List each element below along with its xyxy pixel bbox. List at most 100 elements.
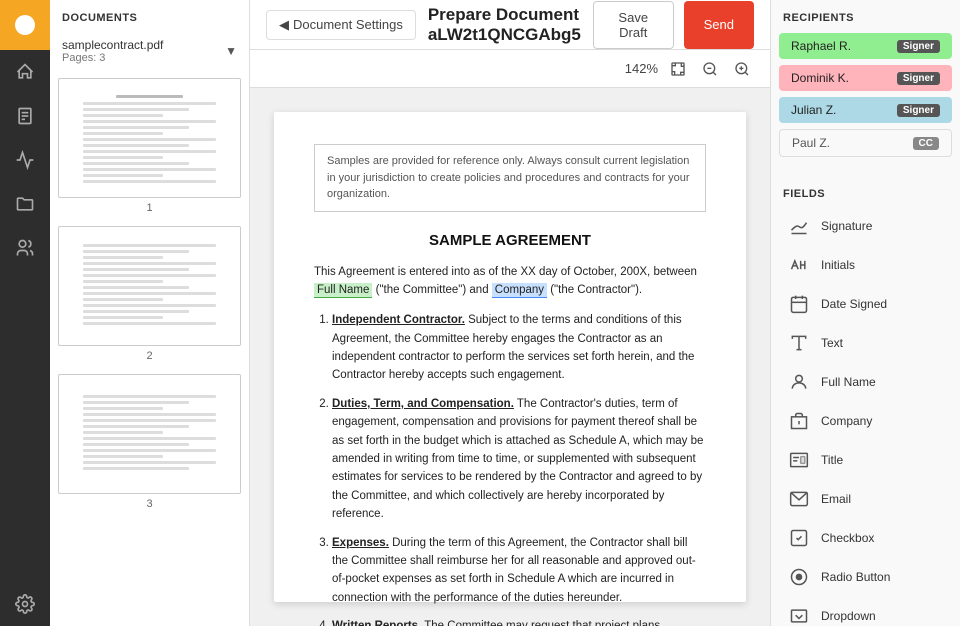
full-name-icon bbox=[787, 370, 811, 394]
doc-file-info: samplecontract.pdf Pages: 3 ▼ bbox=[50, 32, 249, 70]
settings-group-icon bbox=[15, 594, 35, 614]
date-signed-icon bbox=[787, 292, 811, 316]
send-button[interactable]: Send bbox=[684, 1, 754, 49]
fit-page-button[interactable] bbox=[666, 59, 690, 79]
intro-paragraph: This Agreement is entered into as of the… bbox=[314, 263, 706, 300]
section-2-text: The Contractor's duties, term of engagem… bbox=[332, 398, 703, 520]
nav-document[interactable] bbox=[0, 94, 50, 138]
section-3: Expenses. During the term of this Agreem… bbox=[332, 534, 706, 608]
field-initials[interactable]: Initials bbox=[775, 246, 956, 284]
thumbnail-3-label: 3 bbox=[58, 498, 241, 510]
field-initials-label: Initials bbox=[821, 258, 855, 272]
back-button-label: Document Settings bbox=[293, 17, 403, 32]
field-full-name-label: Full Name bbox=[821, 375, 876, 389]
thumbnails-list: 1 2 bbox=[50, 70, 249, 626]
field-company-label: Company bbox=[821, 414, 872, 428]
document-title: Prepare Document aLW2t1QNCGAbg5 bbox=[428, 5, 581, 45]
full-name-field[interactable]: Full Name bbox=[314, 283, 372, 298]
section-4: Written Reports. The Committee may reque… bbox=[332, 617, 706, 626]
right-panel: RECIPIENTS Raphael R. Signer Dominik K. … bbox=[770, 0, 960, 626]
zoom-out-icon bbox=[702, 61, 718, 77]
recipient-dominik[interactable]: Dominik K. Signer bbox=[779, 65, 952, 91]
field-signature[interactable]: Signature bbox=[775, 207, 956, 245]
recipient-julian[interactable]: Julian Z. Signer bbox=[779, 97, 952, 123]
doc-main-title: SAMPLE AGREEMENT bbox=[314, 232, 706, 249]
nav-people[interactable] bbox=[0, 226, 50, 270]
section-2-title: Duties, Term, and Compensation. bbox=[332, 398, 514, 410]
nav-home[interactable] bbox=[0, 50, 50, 94]
section-1: Independent Contractor. Subject to the t… bbox=[332, 311, 706, 385]
thumbnail-1[interactable]: 1 bbox=[58, 78, 241, 214]
nav-settings-group[interactable] bbox=[0, 582, 50, 626]
recipient-julian-name: Julian Z. bbox=[791, 103, 836, 117]
field-date-signed[interactable]: Date Signed bbox=[775, 285, 956, 323]
recipient-raphael-name: Raphael R. bbox=[791, 39, 851, 53]
field-email-label: Email bbox=[821, 492, 851, 506]
back-chevron-icon: ◀ bbox=[279, 17, 289, 33]
field-checkbox-label: Checkbox bbox=[821, 531, 874, 545]
email-icon bbox=[787, 487, 811, 511]
recipients-header: RECIPIENTS bbox=[771, 0, 960, 30]
thumbnail-3[interactable]: 3 bbox=[58, 374, 241, 510]
field-checkbox[interactable]: Checkbox bbox=[775, 519, 956, 557]
field-full-name[interactable]: Full Name bbox=[775, 363, 956, 401]
company-icon bbox=[787, 409, 811, 433]
recipient-paul-badge: CC bbox=[913, 137, 939, 150]
field-company[interactable]: Company bbox=[775, 402, 956, 440]
zoom-out-button[interactable] bbox=[698, 59, 722, 79]
thumbnail-1-label: 1 bbox=[58, 202, 241, 214]
section-3-title: Expenses. bbox=[332, 537, 389, 549]
recipient-raphael[interactable]: Raphael R. Signer bbox=[779, 33, 952, 59]
recipient-paul-name: Paul Z. bbox=[792, 136, 830, 150]
folder-icon bbox=[15, 194, 35, 214]
checkbox-icon bbox=[787, 526, 811, 550]
signature-icon bbox=[787, 214, 811, 238]
people-icon bbox=[15, 238, 35, 258]
zoom-level: 142% bbox=[625, 61, 658, 76]
dropdown-icon bbox=[787, 604, 811, 626]
doc-file-name: samplecontract.pdf bbox=[62, 38, 163, 52]
doc-page-count: Pages: 3 bbox=[62, 52, 163, 64]
thumbnail-2-label: 2 bbox=[58, 350, 241, 362]
fields-section: Signature Initials Date Signed bbox=[771, 206, 960, 626]
field-text-label: Text bbox=[821, 336, 843, 350]
fields-header: FIELDS bbox=[771, 176, 960, 206]
recipient-paul[interactable]: Paul Z. CC bbox=[779, 129, 952, 157]
documents-panel: Documents samplecontract.pdf Pages: 3 ▼ bbox=[50, 0, 250, 626]
field-radio-label: Radio Button bbox=[821, 570, 890, 584]
main-area: ◀ Document Settings Prepare Document aLW… bbox=[250, 0, 770, 626]
field-email[interactable]: Email bbox=[775, 480, 956, 518]
field-title[interactable]: Title bbox=[775, 441, 956, 479]
document-icon bbox=[15, 106, 35, 126]
home-icon bbox=[15, 62, 35, 82]
left-sidebar bbox=[0, 0, 50, 626]
field-radio[interactable]: Radio Button bbox=[775, 558, 956, 596]
field-dropdown-label: Dropdown bbox=[821, 609, 876, 623]
back-to-settings-button[interactable]: ◀ Document Settings bbox=[266, 10, 416, 40]
radio-icon bbox=[787, 565, 811, 589]
section-2: Duties, Term, and Compensation. The Cont… bbox=[332, 395, 706, 524]
top-bar-actions: Save Draft Send bbox=[593, 1, 754, 49]
doc-dropdown-btn[interactable]: ▼ bbox=[225, 44, 237, 58]
document-content-area[interactable]: Samples are provided for reference only.… bbox=[250, 88, 770, 626]
section-4-title: Written Reports. bbox=[332, 620, 421, 626]
recipient-julian-badge: Signer bbox=[897, 104, 940, 117]
chart-icon bbox=[15, 150, 35, 170]
field-date-signed-label: Date Signed bbox=[821, 297, 887, 311]
recipient-raphael-badge: Signer bbox=[897, 40, 940, 53]
doc-page: Samples are provided for reference only.… bbox=[274, 112, 746, 602]
recipient-dominik-name: Dominik K. bbox=[791, 71, 849, 85]
logo-icon bbox=[13, 13, 37, 37]
field-text[interactable]: Text bbox=[775, 324, 956, 362]
save-draft-button[interactable]: Save Draft bbox=[593, 1, 674, 49]
zoom-in-icon bbox=[734, 61, 750, 77]
zoom-in-button[interactable] bbox=[730, 59, 754, 79]
thumbnail-2[interactable]: 2 bbox=[58, 226, 241, 362]
field-dropdown[interactable]: Dropdown bbox=[775, 597, 956, 626]
fit-icon bbox=[670, 61, 686, 77]
recipient-dominik-badge: Signer bbox=[897, 72, 940, 85]
nav-folder[interactable] bbox=[0, 182, 50, 226]
nav-chart[interactable] bbox=[0, 138, 50, 182]
app-logo[interactable] bbox=[0, 0, 50, 50]
company-field[interactable]: Company bbox=[492, 283, 547, 298]
